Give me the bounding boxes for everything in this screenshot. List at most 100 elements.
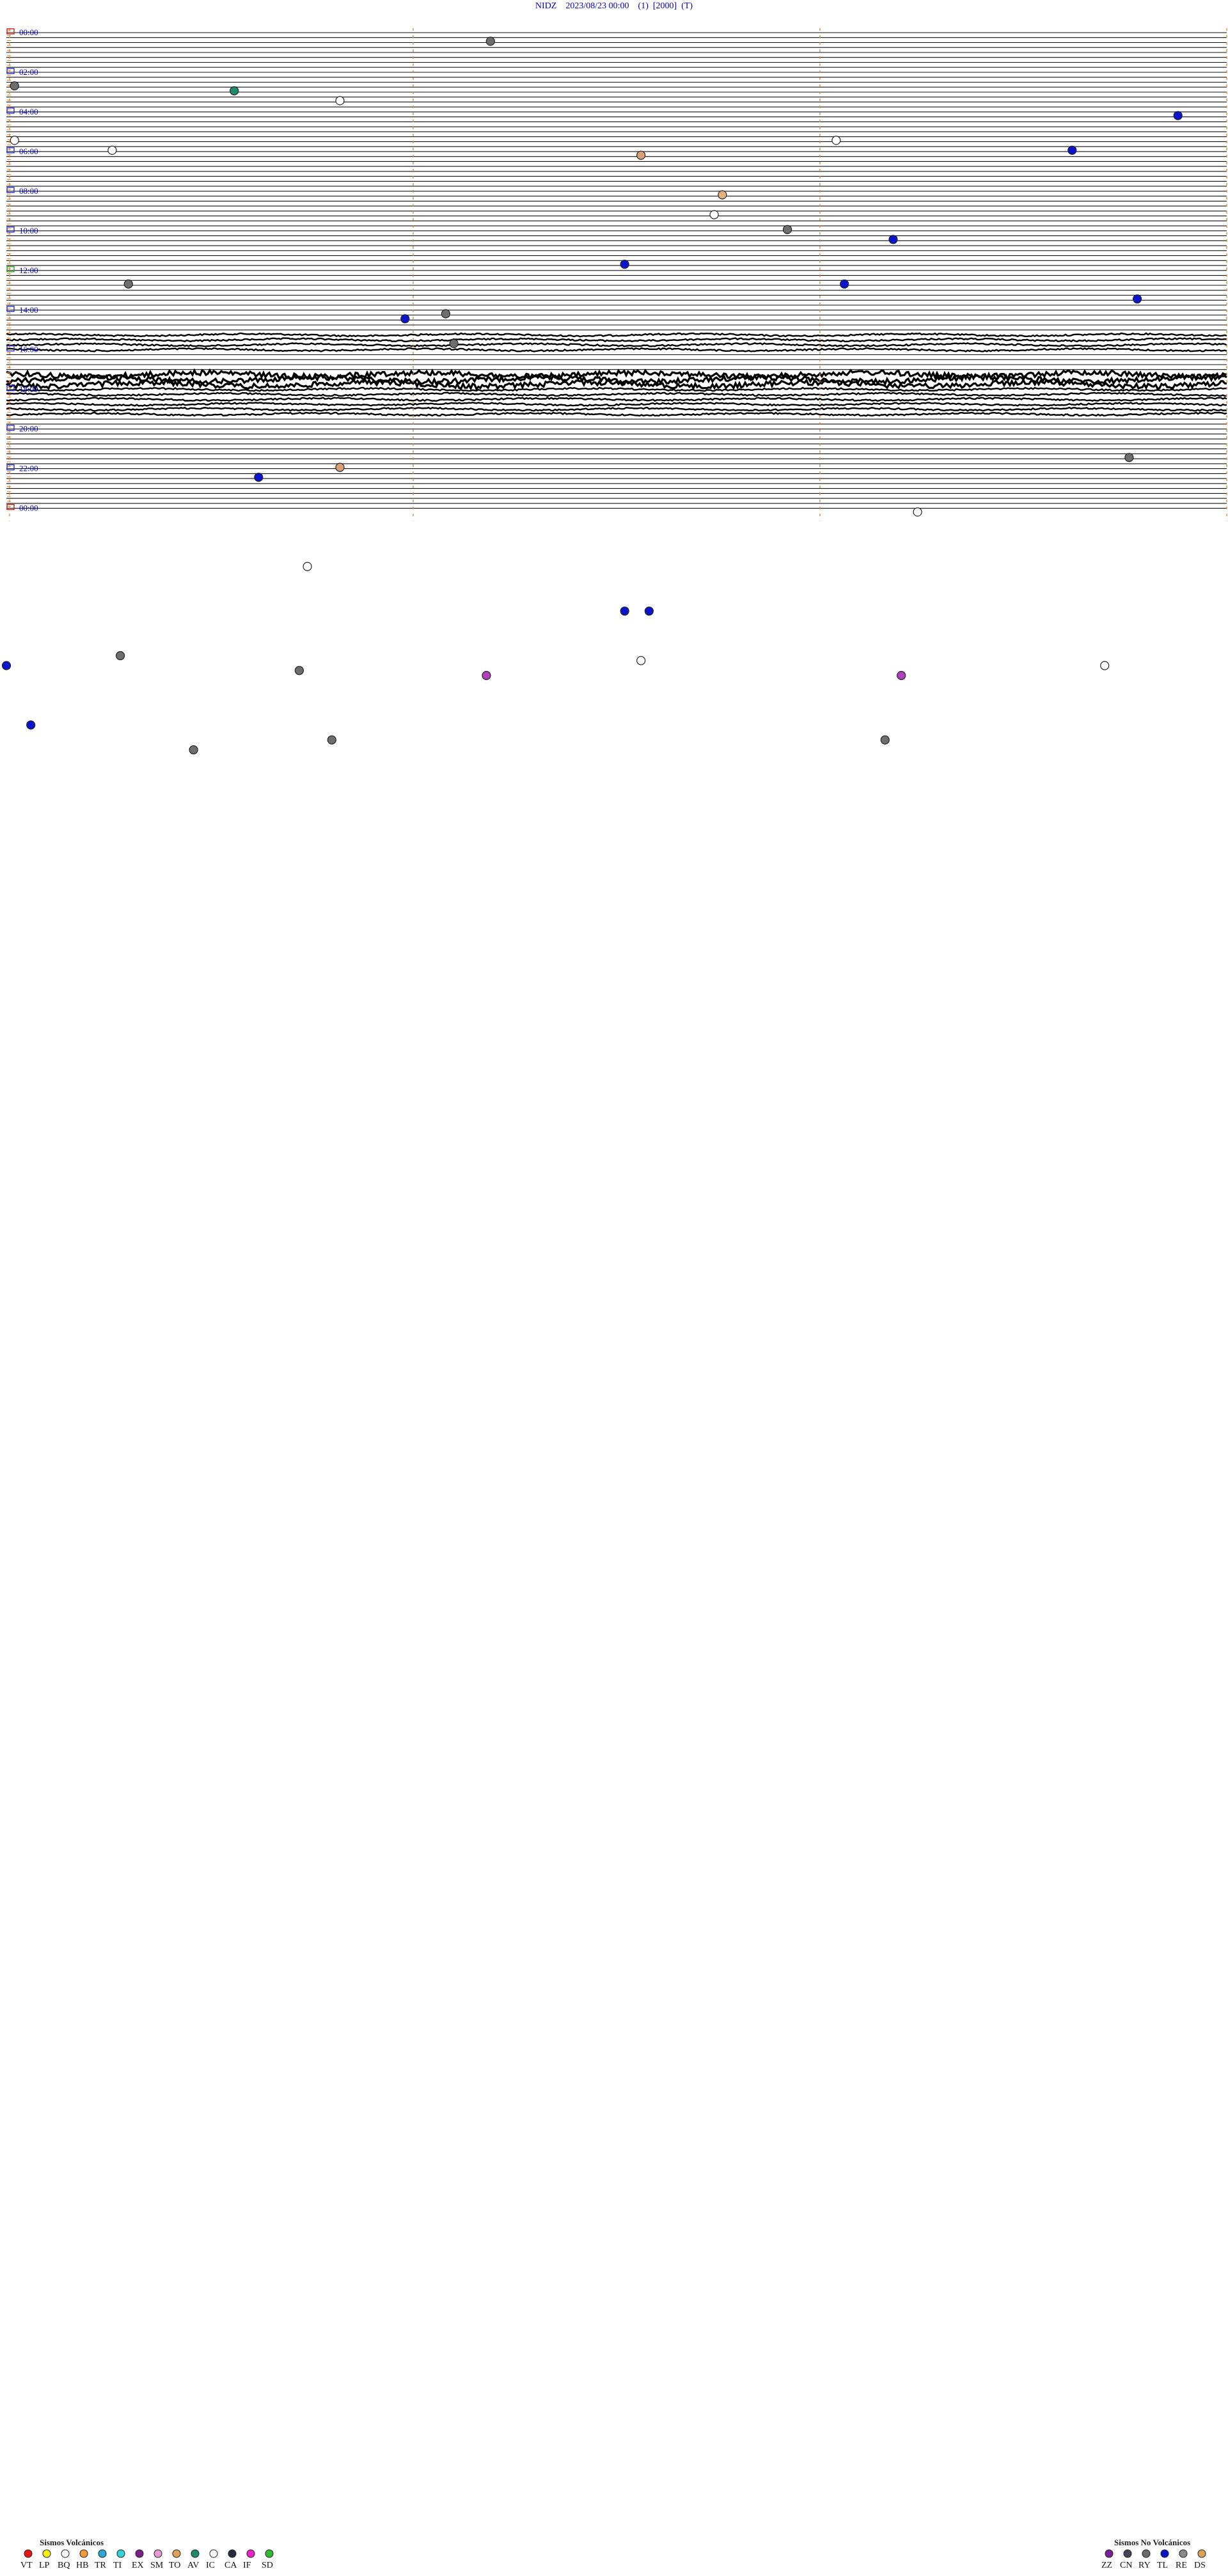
legend-dot-hb — [79, 2549, 88, 2558]
hour-label: 06:00 — [19, 146, 38, 156]
event-marker-hb — [636, 150, 646, 160]
hour-label: 02:00 — [19, 67, 38, 77]
hour-label: 10:00 — [19, 226, 38, 235]
hour-label: 14:00 — [19, 305, 38, 315]
legend-code-cn: CN — [1120, 2561, 1133, 2570]
legend-dot-ca — [228, 2549, 237, 2558]
event-marker-tl — [1067, 145, 1077, 155]
event-marker-ic — [303, 562, 312, 571]
legend-dot-re — [1179, 2549, 1188, 2558]
legend-code-ds: DS — [1194, 2561, 1206, 2570]
trace-line-active — [6, 401, 1227, 407]
legend-volcanic-title: Sismos Volcánicos — [40, 2538, 104, 2547]
legend-dot-lp — [42, 2549, 51, 2558]
event-marker-ca — [449, 338, 459, 349]
event-marker-to — [718, 190, 727, 200]
hour-marker-box — [6, 147, 15, 154]
legend-code-re: RE — [1176, 2561, 1187, 2570]
event-marker-ca — [782, 225, 792, 234]
legend-code-ti: TI — [113, 2561, 122, 2570]
trace-line-active — [6, 342, 1227, 348]
legend-dot-cn — [1123, 2549, 1132, 2558]
legend-dot-ds — [1197, 2549, 1206, 2558]
event-marker-ic — [636, 656, 646, 665]
trace-line-active — [6, 411, 1227, 417]
legend-dot-ex — [135, 2549, 144, 2558]
event-marker-sm — [897, 670, 906, 681]
hour-label: 08:00 — [19, 186, 38, 196]
legend-dot-tl — [1160, 2549, 1169, 2558]
legend-nonvolcanic-dots — [1105, 2549, 1206, 2558]
legend-dot-av — [191, 2549, 200, 2558]
event-marker-ic — [1100, 661, 1110, 670]
event-marker-tl — [1, 661, 12, 670]
hour-marker-box — [6, 187, 15, 193]
event-marker-ca — [189, 745, 198, 755]
event-marker-ic — [913, 507, 922, 517]
event-marker-ic — [335, 96, 345, 106]
event-marker-ic — [107, 145, 117, 155]
trace-line-active — [6, 347, 1227, 352]
legend-code-bq: BQ — [58, 2561, 70, 2570]
hour-label: 18:00 — [19, 384, 38, 394]
legend-code-ry: RY — [1138, 2561, 1151, 2570]
legend-dot-sd — [265, 2549, 274, 2558]
event-marker-tl — [620, 260, 629, 269]
legend-dot-sm — [154, 2549, 162, 2558]
legend-code-av: AV — [187, 2561, 200, 2570]
legend-code-tl: TL — [1157, 2561, 1169, 2570]
hour-marker-box — [6, 226, 15, 233]
legend-code-ca: CA — [224, 2561, 237, 2570]
hour-marker-box — [6, 464, 15, 471]
hour-label: 04:00 — [19, 107, 38, 116]
legend-dot-ry — [1142, 2549, 1151, 2558]
legend-code-ic: IC — [206, 2561, 215, 2570]
event-marker-tl — [1132, 294, 1142, 304]
event-marker-sm — [482, 670, 491, 681]
legend-code-sm: SM — [150, 2561, 164, 2570]
legend-dot-if — [246, 2549, 255, 2558]
hour-marker-box — [6, 28, 15, 35]
event-marker-av — [230, 86, 239, 96]
legend-dot-bq — [61, 2549, 70, 2558]
legend-dot-tr — [98, 2549, 107, 2558]
legend-nonvolcanic-title: Sismos No Volcánicos — [1114, 2538, 1191, 2547]
hour-marker-box — [6, 107, 15, 114]
event-marker-ca — [880, 735, 890, 745]
event-marker-ca — [485, 36, 495, 46]
event-marker-tl — [840, 279, 849, 289]
legend-code-sd: SD — [262, 2561, 273, 2570]
event-marker-ca — [123, 279, 133, 289]
event-marker-ic — [831, 136, 841, 145]
legend-code-ex: EX — [132, 2561, 144, 2570]
hour-label: 22:00 — [19, 464, 38, 473]
hour-label: 12:00 — [19, 265, 38, 275]
legend-code-vt: VT — [20, 2561, 33, 2570]
event-marker-tl — [254, 472, 264, 482]
event-marker-tl — [888, 235, 898, 244]
trace-line-active — [6, 332, 1227, 338]
hour-marker-box — [6, 503, 15, 510]
event-marker-ca — [116, 651, 125, 661]
trace-line-active — [6, 386, 1227, 392]
legend-code-if: IF — [243, 2561, 251, 2570]
event-marker-ic — [709, 210, 719, 219]
event-marker-ic — [10, 136, 19, 145]
helicorder-plot: 00:00 02:00 04:00 06:00 08:00 10:00 12:00 14:00… — [1, 28, 1227, 755]
event-marker-tl — [620, 606, 629, 616]
legend-dot-ti — [116, 2549, 125, 2558]
hour-marker-box — [6, 68, 15, 74]
event-marker-ca — [294, 666, 304, 676]
hour-label: 20:00 — [19, 424, 38, 434]
legend-code-zz: ZZ — [1101, 2561, 1113, 2570]
legend-dot-vt — [24, 2549, 33, 2558]
legend-code-hb: HB — [76, 2561, 89, 2570]
event-marker-tl — [400, 314, 410, 324]
hour-label: 00:00 — [19, 503, 38, 513]
trace-line-active — [6, 406, 1227, 412]
legend-dot-to — [172, 2549, 181, 2558]
trace-line-active — [6, 391, 1227, 397]
hour-marker-box — [6, 266, 15, 273]
event-marker-tl — [26, 720, 36, 730]
trace-line-active — [6, 397, 1227, 402]
